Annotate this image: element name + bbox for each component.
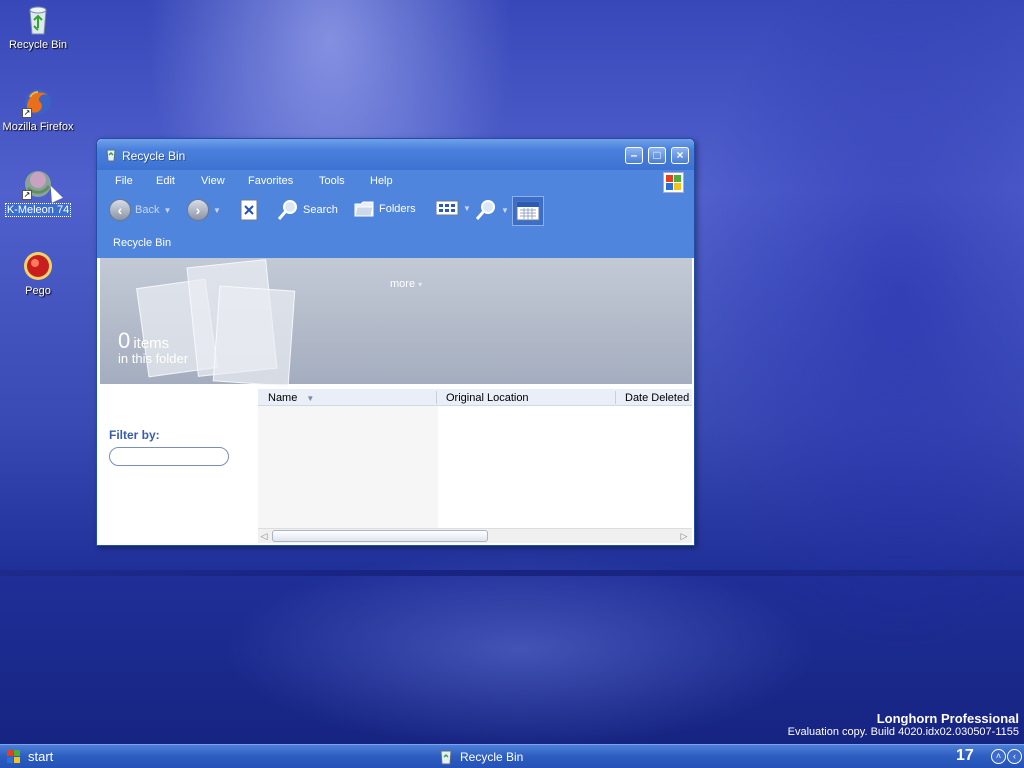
item-count-subtitle: in this folder [118,351,189,366]
chevron-down-icon: ▼ [501,205,509,215]
back-label: Back [135,204,160,216]
edition-text: Longhorn Professional [876,711,1019,726]
forward-arrow-icon: › [187,199,209,221]
name-column-highlight [258,406,438,528]
folders-button[interactable]: Folders [353,199,416,219]
breadcrumb[interactable]: Recycle Bin [113,237,171,249]
more-button[interactable]: more ▾ [390,278,422,290]
taskbar-item-label: Recycle Bin [460,750,524,764]
menu-favorites[interactable]: Favorites [248,175,293,187]
delete-icon [240,199,258,221]
document-illustration [212,285,296,387]
recycle-bin-icon [104,148,118,162]
chevron-down-icon: ▼ [213,205,221,215]
folders-icon [354,201,374,217]
back-button[interactable]: ‹ Back ▼ [109,199,171,221]
column-name-label: Name [268,392,298,404]
menu-help[interactable]: Help [370,175,393,187]
delete-button[interactable] [239,199,259,221]
horizontal-scrollbar[interactable]: ◁ ▷ [258,528,692,543]
shortcut-arrow-icon: ↗ [22,190,32,200]
windows-logo-icon [663,172,684,193]
item-count-unit: items [133,335,170,352]
filter-pane: Filter by: [100,387,258,543]
more-label: more [390,278,416,290]
search-icon [277,200,297,220]
search-button[interactable]: Search [277,199,338,221]
menu-view[interactable]: View [201,175,225,187]
recycle-bin-icon [22,4,54,36]
menu-file[interactable]: File [115,175,133,187]
build-text: Evaluation copy. Build 4020.idx02.030507… [787,726,1019,738]
chevron-down-icon: ▼ [463,203,471,213]
taskbar: start Recycle Bin 17 ˄ ‹ [0,744,1024,768]
item-count: 0 items in this folder [118,328,188,366]
start-button[interactable]: start [0,745,70,768]
desktop-horizon [0,570,1024,576]
windows-flag-icon [6,749,22,765]
calendar-view-button[interactable] [512,196,544,226]
chevron-down-icon: ▾ [418,280,423,289]
item-count-number: 0 [118,328,131,353]
sort-arrow-icon: ▼ [306,394,315,403]
title-bar[interactable]: Recycle Bin – □ × [97,139,694,170]
taskbar-item-recycle-bin[interactable]: Recycle Bin [438,749,523,765]
close-button[interactable]: × [671,147,689,164]
chevron-down-icon: ▼ [163,205,172,215]
tray-back-icon[interactable]: ‹ [1007,749,1022,764]
desktop-icon-recycle-bin[interactable]: Recycle Bin [0,4,76,51]
desktop-icon-label: Recycle Bin [8,39,68,51]
menu-edit[interactable]: Edit [156,175,175,187]
search-label: Search [303,204,338,216]
scroll-left-icon[interactable]: ◁ [258,530,270,542]
desktop-icon-label: K-Meleon 74 [4,203,72,217]
pego-icon [22,250,54,282]
forward-button[interactable]: › ▼ [187,199,221,221]
minimize-button[interactable]: – [625,147,643,164]
start-label: start [28,749,54,764]
filter-input[interactable] [109,447,229,466]
column-divider[interactable] [436,391,437,404]
window-title: Recycle Bin [122,149,186,163]
recycle-bin-icon [440,750,452,765]
column-original-location[interactable]: Original Location [446,392,529,404]
clock[interactable]: 17 [956,747,974,765]
desktop-icon-k-meleon[interactable]: ↗ K-Meleon 74 [0,168,76,217]
zoom-button[interactable]: ▼ [475,199,509,221]
menu-tools[interactable]: Tools [319,175,345,187]
column-header-row: Name ▼ Original Location Date Deleted [258,389,692,406]
maximize-button[interactable]: □ [648,147,666,164]
calendar-icon [516,201,540,221]
back-arrow-icon: ‹ [109,199,131,221]
address-bar: Recycle Bin [97,228,694,258]
menu-bar: File Edit View Favorites Tools Help [97,170,694,194]
desktop-icon-firefox[interactable]: ↗ Mozilla Firefox [0,86,76,133]
scrollbar-thumb[interactable] [272,530,488,542]
column-name[interactable]: Name ▼ [268,392,314,404]
folder-header-pane: more ▾ 0 items in this folder [100,258,692,387]
desktop-icon-pego[interactable]: Pego [0,250,76,297]
firefox-icon: ↗ [22,86,54,118]
desktop-icon-label: Mozilla Firefox [2,121,74,133]
desktop-icon-label: Pego [25,285,51,297]
file-list[interactable]: Name ▼ Original Location Date Deleted ◁ … [258,389,692,545]
views-button[interactable]: ▼ [435,199,471,217]
recycle-bin-window[interactable]: Recycle Bin – □ × File Edit View Favorit… [96,138,695,546]
views-icon [435,200,459,216]
tray-expand-icon[interactable]: ˄ [991,749,1006,764]
column-date-deleted[interactable]: Date Deleted [625,392,689,404]
magnifier-icon [475,200,495,220]
scroll-right-icon[interactable]: ▷ [678,530,690,542]
column-divider[interactable] [615,391,616,404]
toolbar: ‹ Back ▼ › ▼ Search Folders ▼ ▼ [97,194,694,228]
folders-label: Folders [379,203,416,215]
shortcut-arrow-icon: ↗ [22,108,32,118]
build-watermark: Longhorn Professional Evaluation copy. B… [788,711,1019,738]
filter-label: Filter by: [109,428,160,442]
